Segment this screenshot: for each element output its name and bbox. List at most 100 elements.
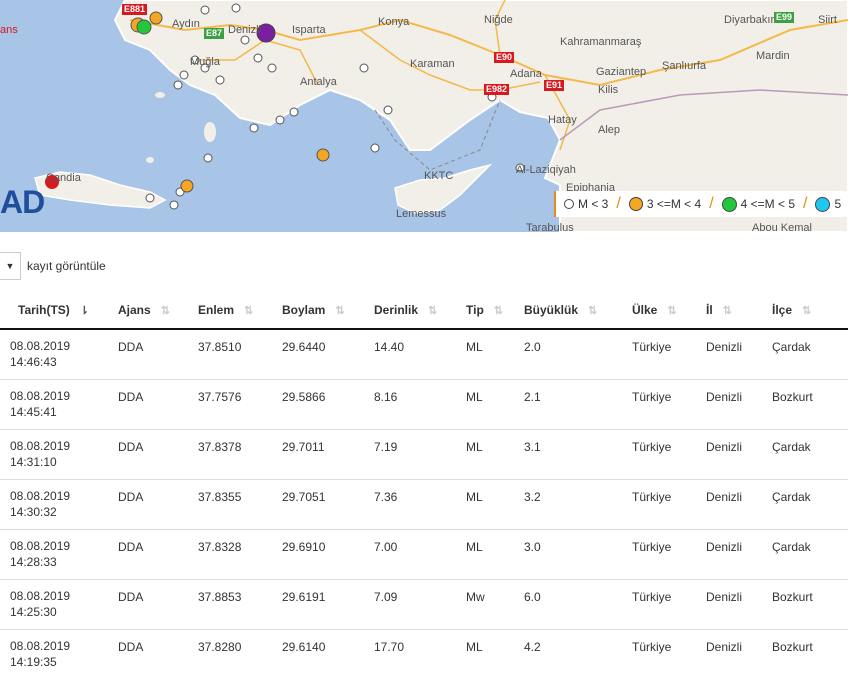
chevron-down-icon: ▼ xyxy=(5,261,15,271)
cell-tip: ML xyxy=(450,628,516,679)
table-row[interactable]: 08.08.2019 14:25:30 DDA 37.8853 29.6191 7.09 M… xyxy=(0,578,848,629)
cell-tip: ML xyxy=(450,478,516,529)
cell-tarih: 08.08.2019 14:25:30 xyxy=(0,578,100,629)
sort-icon: ⇅ xyxy=(493,305,503,317)
cell-enlem: 37.8853 xyxy=(182,578,266,629)
cell-tarih: 08.08.2019 14:31:10 xyxy=(0,428,100,479)
page-length-control: ▼ kayıt görüntüle xyxy=(0,252,106,280)
cell-il: Denizli xyxy=(694,478,764,529)
cell-boylam: 29.6910 xyxy=(266,528,358,579)
cell-buyukluk: 3.0 xyxy=(516,528,620,579)
cell-tip: ML xyxy=(450,428,516,479)
cell-tip: Mw xyxy=(450,578,516,629)
col-header-ajans[interactable]: Ajans ⇅ xyxy=(100,292,182,330)
map-label-kahramanmaras: Kahramanmaraş xyxy=(560,36,642,48)
col-header-buyukluk[interactable]: Büyüklük ⇅ xyxy=(516,292,620,330)
cell-time: 14:25:30 xyxy=(10,604,57,619)
cell-il: Denizli xyxy=(694,578,764,629)
cell-ulke: Türkiye xyxy=(620,428,694,479)
cell-derinlik: 8.16 xyxy=(358,378,450,429)
cell-ulke: Türkiye xyxy=(620,578,694,629)
cell-ulke: Türkiye xyxy=(620,378,694,429)
cell-ajans: DDA xyxy=(100,528,182,579)
map-label-alladhiqiyah: Al-Laziqiyah xyxy=(516,164,576,176)
cell-buyukluk: 3.1 xyxy=(516,428,620,479)
cell-ajans: DDA xyxy=(100,478,182,529)
cell-time: 14:19:35 xyxy=(10,654,57,669)
cell-buyukluk: 3.2 xyxy=(516,478,620,529)
cell-derinlik: 17.70 xyxy=(358,628,450,679)
legend-label: M < 3 xyxy=(578,197,609,211)
cell-ulke: Türkiye xyxy=(620,628,694,679)
cell-ilce: Bozkurt xyxy=(764,378,848,429)
sort-icon: ⇅ xyxy=(335,305,345,317)
table-row[interactable]: 08.08.2019 14:31:10 DDA 37.8378 29.7011 7.19 M… xyxy=(0,428,848,479)
cell-enlem: 37.8378 xyxy=(182,428,266,479)
cell-buyukluk: 6.0 xyxy=(516,578,620,629)
table-row[interactable]: 08.08.2019 14:30:32 DDA 37.8355 29.7051 7.36 M… xyxy=(0,478,848,529)
cell-time: 14:31:10 xyxy=(10,454,57,469)
map-label-abou-kemal: Abou Kemal xyxy=(752,222,812,232)
sort-icon: ⇅ xyxy=(428,305,438,317)
cell-time: 14:45:41 xyxy=(10,404,57,419)
earthquake-map[interactable]: Aydın Denizli Isparta Muğla Antalya Kony… xyxy=(0,0,848,232)
cell-boylam: 29.6191 xyxy=(266,578,358,629)
cell-enlem: 37.8280 xyxy=(182,628,266,679)
cell-time: 14:28:33 xyxy=(10,554,57,569)
map-label-tarabulus: Tarabulus xyxy=(526,222,574,232)
map-label-mugla: Muğla xyxy=(190,56,220,68)
legend-divider: / xyxy=(616,195,621,212)
col-header-tarih[interactable]: Tarih(TS) ⇂ xyxy=(0,292,100,330)
col-header-boylam[interactable]: Boylam ⇅ xyxy=(266,292,358,330)
legend-divider: / xyxy=(709,195,714,212)
col-header-ilce[interactable]: İlçe ⇅ xyxy=(764,292,848,330)
col-header-enlem[interactable]: Enlem ⇅ xyxy=(182,292,266,330)
cell-date: 08.08.2019 xyxy=(10,388,71,403)
cell-buyukluk: 2.1 xyxy=(516,378,620,429)
earthquake-table: Tarih(TS) ⇂ Ajans ⇅ Enlem ⇅ Boylam ⇅ Derinli… xyxy=(0,292,848,679)
cell-il: Denizli xyxy=(694,628,764,679)
cell-time: 14:30:32 xyxy=(10,504,57,519)
table-row[interactable]: 08.08.2019 14:45:41 DDA 37.7576 29.5866 8.16 M… xyxy=(0,378,848,429)
cell-boylam: 29.6140 xyxy=(266,628,358,679)
cell-date: 08.08.2019 xyxy=(10,638,71,653)
cell-enlem: 37.8355 xyxy=(182,478,266,529)
cell-derinlik: 7.19 xyxy=(358,428,450,479)
cell-boylam: 29.6440 xyxy=(282,340,326,354)
magnitude-legend: M < 3 / 3 <=M < 4 / 4 <=M < 5 / 5 xyxy=(554,191,848,217)
legend-item-m-lt-3: M < 3 xyxy=(564,197,608,211)
page-length-select[interactable]: ▼ xyxy=(0,252,21,280)
map-label-sanliurfa: Şanlıurfa xyxy=(662,60,707,72)
col-header-il[interactable]: İl ⇅ xyxy=(694,292,764,330)
cell-boylam: 29.5866 xyxy=(266,378,358,429)
table-row[interactable]: 08.08.2019 14:19:35 DDA 37.8280 29.6140 17.70… xyxy=(0,628,848,679)
table-row[interactable]: 08.08.2019 14:28:33 DDA 37.8328 29.6910 7.00 M… xyxy=(0,528,848,579)
col-header-tip[interactable]: Tip ⇅ xyxy=(450,292,516,330)
cell-date: 08.08.2019 xyxy=(10,339,71,353)
orange-circle-icon xyxy=(628,197,643,211)
table-row[interactable]: 08.08.2019 14:46:43 DDA 37.8510 29.6440 14.40… xyxy=(0,329,848,379)
sort-desc-icon: ⇂ xyxy=(79,305,89,317)
map-label-ans: ans xyxy=(0,24,18,36)
white-circle-icon xyxy=(564,199,574,209)
map-label-antalya: Antalya xyxy=(300,76,337,88)
cell-tip: ML xyxy=(450,378,516,429)
cell-enlem: 37.7576 xyxy=(182,378,266,429)
cell-derinlik: 14.40 xyxy=(374,340,405,354)
map-label-halep: Alep xyxy=(598,124,621,136)
cell-il: Denizli xyxy=(694,378,764,429)
col-header-derinlik[interactable]: Derinlik ⇅ xyxy=(358,292,450,330)
cell-ulke: Türkiye xyxy=(620,528,694,579)
cell-ilce: Çardak xyxy=(772,340,811,354)
legend-item-m-3-4: 3 <=M < 4 xyxy=(628,197,702,211)
cyan-circle-icon xyxy=(815,196,831,212)
legend-label: 4 <=M < 5 xyxy=(740,197,796,211)
cell-ilce: Bozkurt xyxy=(764,578,848,629)
col-header-ulke[interactable]: Ülke ⇅ xyxy=(620,292,694,330)
cell-date: 08.08.2019 xyxy=(10,488,71,503)
cell-date: 08.08.2019 xyxy=(10,438,71,453)
map-label-denizli: Denizli xyxy=(228,24,262,36)
cell-date: 08.08.2019 xyxy=(10,588,71,603)
legend-label: 3 <=M < 4 xyxy=(646,197,702,211)
cell-tarih: 08.08.2019 14:45:41 xyxy=(0,378,100,429)
